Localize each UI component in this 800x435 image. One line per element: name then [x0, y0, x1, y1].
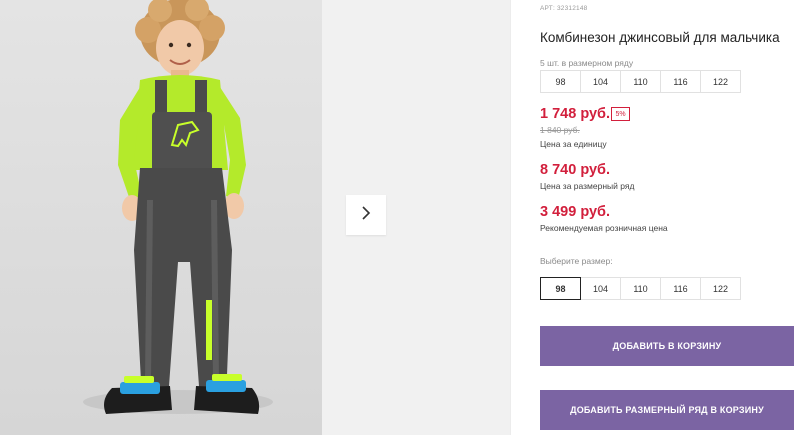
- product-photo-illustration: [83, 0, 273, 414]
- size-range-item: 116: [660, 70, 701, 93]
- panel-divider: [510, 0, 511, 435]
- discount-badge: 5%: [611, 107, 630, 121]
- size-range-list: 98 104 110 116 122: [540, 70, 741, 93]
- size-option-104[interactable]: 104: [580, 277, 621, 300]
- range-price-caption: Цена за размерный ряд: [540, 181, 635, 191]
- size-range-item: 104: [580, 70, 621, 93]
- chevron-right-icon: [360, 205, 372, 226]
- unit-price-caption: Цена за единицу: [540, 139, 607, 149]
- product-title: Комбинезон джинсовый для мальчика: [540, 30, 780, 45]
- size-range-item: 122: [700, 70, 741, 93]
- old-price: 1 840 руб.: [540, 125, 580, 135]
- unit-price: 1 748 руб.: [540, 106, 611, 122]
- size-option-122[interactable]: 122: [700, 277, 741, 300]
- size-range-item: 98: [540, 70, 581, 93]
- retail-price: 3 499 руб.: [540, 204, 611, 220]
- add-to-cart-button[interactable]: ДОБАВИТЬ В КОРЗИНУ: [540, 326, 794, 366]
- retail-price-caption: Рекомендуемая розничная цена: [540, 223, 668, 233]
- add-range-to-cart-button[interactable]: ДОБАВИТЬ РАЗМЕРНЫЙ РЯД В КОРЗИНУ: [540, 390, 794, 430]
- size-option-110[interactable]: 110: [620, 277, 661, 300]
- size-option-116[interactable]: 116: [660, 277, 701, 300]
- range-price: 8 740 руб.: [540, 162, 611, 178]
- size-range-item: 110: [620, 70, 661, 93]
- size-range-label: 5 шт. в размерном ряду: [540, 58, 634, 68]
- article-number: АРТ: 32312148: [540, 5, 588, 12]
- product-photo: [0, 0, 322, 435]
- gallery-next-button[interactable]: [346, 195, 386, 235]
- size-picker: 98 104 110 116 122: [540, 277, 741, 300]
- size-picker-label: Выберите размер:: [540, 256, 613, 266]
- size-option-98[interactable]: 98: [540, 277, 581, 300]
